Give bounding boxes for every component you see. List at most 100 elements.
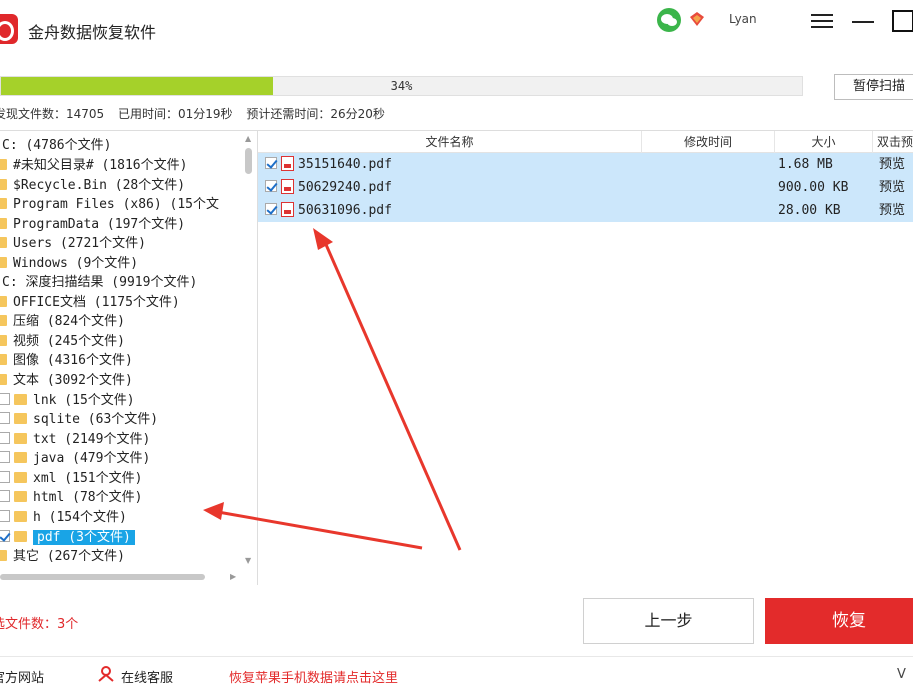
tree-item[interactable]: Windows (9个文件) xyxy=(0,254,138,273)
tree-item[interactable]: 压缩 (824个文件) xyxy=(0,312,125,331)
online-support-link[interactable]: 在线客服 xyxy=(121,667,173,685)
row-checkbox[interactable] xyxy=(265,203,277,215)
vip-diamond-icon[interactable] xyxy=(688,10,706,28)
folder-icon xyxy=(0,550,7,561)
scroll-thumb[interactable] xyxy=(0,574,205,580)
folder-icon xyxy=(14,511,27,522)
maximize-icon[interactable] xyxy=(892,10,913,32)
elapsed-time: 已用时间：01分19秒 xyxy=(118,107,233,121)
wechat-icon[interactable] xyxy=(657,8,681,32)
progress-text: 34% xyxy=(390,79,413,93)
scroll-down-icon[interactable]: ▼ xyxy=(245,556,251,565)
folder-icon xyxy=(14,394,27,405)
folder-icon xyxy=(0,237,7,248)
folder-icon xyxy=(14,491,27,502)
back-button[interactable]: 上一步 xyxy=(583,598,754,644)
tree-checkbox[interactable] xyxy=(0,412,10,424)
tree-checkbox[interactable] xyxy=(0,432,10,444)
tree-vertical-scrollbar[interactable]: ▲ ▼ xyxy=(243,132,255,572)
table-row[interactable]: 50631096.pdf 28.00 KB 预览 xyxy=(258,199,913,222)
tree-checkbox[interactable] xyxy=(0,510,10,522)
folder-icon xyxy=(14,413,27,424)
folder-icon xyxy=(14,433,27,444)
table-header: 文件名称 修改时间 大小 双击预 xyxy=(258,131,913,153)
folder-icon xyxy=(0,296,7,307)
folder-icon xyxy=(0,198,7,209)
folder-icon xyxy=(0,374,7,385)
tree-item[interactable]: lnk (15个文件) xyxy=(0,391,135,410)
tree-item[interactable]: $Recycle.Bin (28个文件) xyxy=(0,176,185,195)
table-row[interactable]: 50629240.pdf 900.00 KB 预览 xyxy=(258,176,913,199)
file-size-cell: 28.00 KB xyxy=(778,203,841,218)
pdf-file-icon xyxy=(281,156,294,171)
column-header-name[interactable]: 文件名称 xyxy=(258,131,642,153)
tree-checkbox[interactable] xyxy=(0,471,10,483)
folder-icon xyxy=(0,159,7,170)
scroll-thumb[interactable] xyxy=(245,148,252,174)
tree-item[interactable]: 其它 (267个文件) xyxy=(0,547,125,566)
file-size-cell: 1.68 MB xyxy=(778,157,833,172)
file-name-cell: 50629240.pdf xyxy=(265,176,392,199)
app-title: 金舟数据恢复软件 xyxy=(28,23,157,42)
tree-item[interactable]: C: 深度扫描结果 (9919个文件) xyxy=(2,273,197,292)
folder-icon xyxy=(14,452,27,463)
version-label: V xyxy=(897,667,906,682)
folder-icon xyxy=(0,257,7,268)
scan-stats: 发现文件数：14705 已用时间：01分19秒 预计还需时间：26分20秒 xyxy=(0,105,395,122)
user-name[interactable]: Lyan xyxy=(729,12,757,26)
tree-item[interactable]: h (154个文件) xyxy=(0,508,127,527)
recover-button[interactable]: 恢复 xyxy=(765,598,913,644)
preview-link[interactable]: 预览 xyxy=(879,153,905,176)
tree-item[interactable]: sqlite (63个文件) xyxy=(0,410,158,429)
preview-link[interactable]: 预览 xyxy=(879,176,905,199)
title-bar: 金舟数据恢复软件 Lyan xyxy=(0,0,913,60)
scroll-up-icon[interactable]: ▲ xyxy=(245,134,251,143)
apple-recovery-link[interactable]: 恢复苹果手机数据请点击这里 xyxy=(229,667,398,685)
column-header-preview[interactable]: 双击预 xyxy=(873,131,913,153)
file-name-cell: 35151640.pdf xyxy=(265,153,392,176)
tree-item[interactable]: html (78个文件) xyxy=(0,488,142,507)
tree-horizontal-scrollbar[interactable]: ▶ xyxy=(0,571,243,583)
tree-item[interactable]: ProgramData (197个文件) xyxy=(0,215,185,234)
tree-item[interactable]: xml (151个文件) xyxy=(0,469,142,488)
support-person-icon[interactable] xyxy=(97,666,115,682)
pause-scan-button[interactable]: 暂停扫描 xyxy=(834,74,913,100)
file-name-cell: 50631096.pdf xyxy=(265,199,392,222)
tree-item[interactable]: Users (2721个文件) xyxy=(0,234,146,253)
file-table: 文件名称 修改时间 大小 双击预 35151640.pdf 1.68 MB 预览… xyxy=(258,130,913,585)
tree-item[interactable]: 视频 (245个文件) xyxy=(0,332,125,351)
tree-checkbox[interactable] xyxy=(0,451,10,463)
tree-checkbox[interactable] xyxy=(0,393,10,405)
scroll-right-icon[interactable]: ▶ xyxy=(230,572,236,581)
menu-icon[interactable] xyxy=(811,12,833,30)
column-header-size[interactable]: 大小 xyxy=(775,131,873,153)
minimize-icon[interactable] xyxy=(852,12,874,30)
pdf-file-icon xyxy=(281,179,294,194)
tree-item[interactable]: 文本 (3092个文件) xyxy=(0,371,133,390)
folder-tree[interactable]: C: (4786个文件) #未知父目录# (1816个文件) $Recycle.… xyxy=(0,130,258,585)
row-checkbox[interactable] xyxy=(265,180,277,192)
file-size-cell: 900.00 KB xyxy=(778,180,849,195)
folder-icon xyxy=(0,335,7,346)
tree-checkbox-checked[interactable] xyxy=(0,530,10,542)
tree-item[interactable]: OFFICE文档 (1175个文件) xyxy=(0,293,180,312)
tree-item[interactable]: #未知父目录# (1816个文件) xyxy=(0,156,187,175)
tree-item[interactable]: java (479个文件) xyxy=(0,449,150,468)
table-row[interactable]: 35151640.pdf 1.68 MB 预览 xyxy=(258,153,913,176)
preview-link[interactable]: 预览 xyxy=(879,199,905,222)
remaining-time: 预计还需时间：26分20秒 xyxy=(246,107,385,121)
row-checkbox[interactable] xyxy=(265,157,277,169)
scan-progress-bar: 34% xyxy=(0,76,803,96)
folder-icon xyxy=(14,472,27,483)
folder-icon xyxy=(0,218,7,229)
column-header-modified[interactable]: 修改时间 xyxy=(642,131,775,153)
tree-item[interactable]: Program Files (x86) (15个文 xyxy=(0,195,219,214)
tree-item[interactable]: C: (4786个文件) xyxy=(2,136,111,155)
tree-item[interactable]: 图像 (4316个文件) xyxy=(0,351,133,370)
tree-item[interactable]: txt (2149个文件) xyxy=(0,430,150,449)
tree-checkbox[interactable] xyxy=(0,490,10,502)
selected-count: 选文件数：3个 xyxy=(0,617,79,632)
website-link[interactable]: 官方网站 xyxy=(0,667,44,685)
app-logo-icon xyxy=(0,14,18,44)
tree-item-pdf-selected[interactable]: pdf (3个文件) xyxy=(0,528,135,547)
